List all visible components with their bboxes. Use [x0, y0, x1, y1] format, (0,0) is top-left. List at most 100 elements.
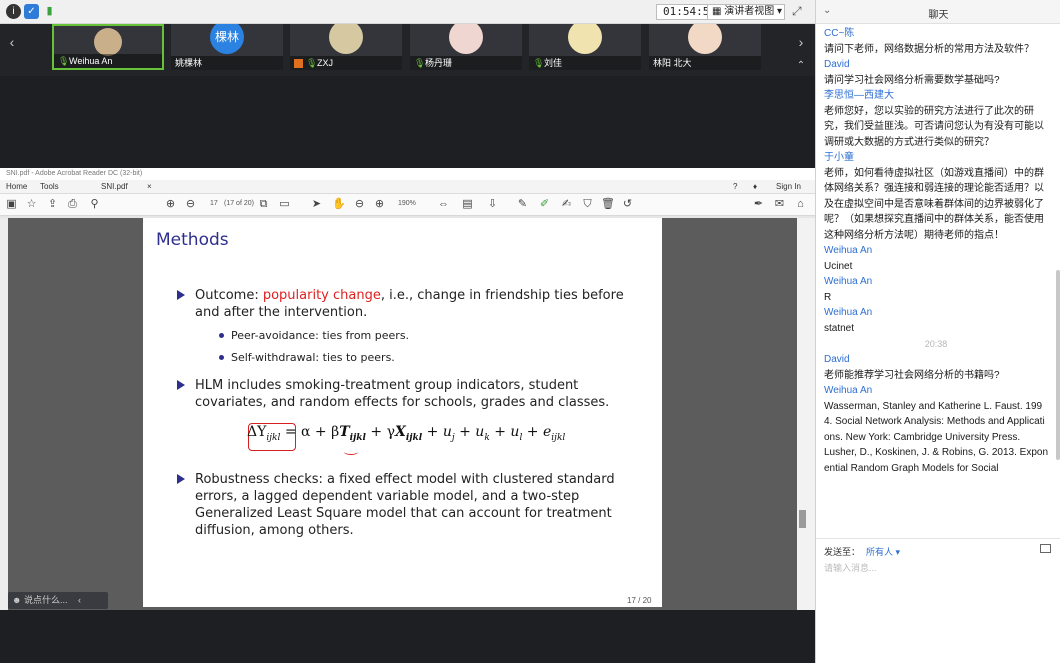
page-down-icon[interactable]: ⊖ — [184, 198, 197, 211]
fit-page-icon[interactable]: ⧉ — [257, 198, 270, 211]
participant-avatar — [329, 24, 363, 54]
participant-tile[interactable]: 棵林 姚棵林 — [171, 24, 283, 70]
zoom-in-icon[interactable]: ⊕ — [373, 198, 386, 211]
right-panel-toggle[interactable] — [797, 218, 815, 610]
chat-sender-name[interactable]: David — [824, 57, 1048, 73]
fullscreen-icon[interactable]: ⤢ — [792, 4, 806, 18]
chat-timestamp: 20:38 — [924, 339, 948, 349]
chat-message-input[interactable]: 请输入消息... — [824, 561, 877, 574]
user-icon — [294, 59, 303, 69]
participant-tile[interactable]: 🎙杨丹珊 — [410, 24, 522, 70]
chat-message-text: statnet — [824, 322, 855, 334]
fit-width-icon[interactable]: ⇔ — [437, 198, 450, 211]
chat-message-text: Wasserman, Stanley and Katherine L. Faus… — [824, 400, 1049, 474]
zoom-out-icon[interactable]: ⊖ — [353, 198, 366, 211]
meeting-top-bar: i ✓ ▮ 01:54:53 ▦ 演讲者视图 ▾ ⤢ — [0, 0, 815, 24]
bullet-triangle-icon — [177, 474, 185, 484]
participant-name: 姚棵林 — [171, 56, 283, 70]
collapse-strip-icon[interactable]: ⌃ — [789, 56, 813, 76]
menu-home[interactable]: Home — [6, 180, 27, 194]
participant-tile[interactable]: 🎙刘佳 — [529, 24, 641, 70]
two-page-icon[interactable]: ▭ — [278, 198, 291, 211]
tab-close-icon[interactable]: × — [147, 180, 152, 194]
chat-message: Weihua An R — [816, 274, 1054, 305]
comment-icon[interactable]: ✎ — [516, 198, 529, 211]
chat-sender-name[interactable]: 李思恒—西建大 — [824, 88, 1048, 104]
signal-strength-icon[interactable]: ▮ — [42, 4, 57, 19]
view-mode-icon: ▦ — [712, 6, 725, 17]
page-up-icon[interactable]: ⊕ — [164, 198, 177, 211]
participant-name: 🎙刘佳 — [529, 56, 641, 70]
highlight-icon[interactable]: ✐ — [538, 198, 551, 211]
page-number-input[interactable]: 17 — [210, 200, 218, 207]
chat-sender-name[interactable]: Weihua An — [824, 383, 1048, 399]
zoom-select[interactable]: 190% — [398, 200, 416, 207]
sign-in-link[interactable]: Sign In — [776, 180, 801, 194]
participant-avatar — [449, 24, 483, 54]
participant-tile[interactable]: 🎙ZXJ — [290, 24, 402, 70]
speaker-view-button[interactable]: ▦ 演讲者视图 ▾ — [707, 4, 785, 20]
chat-sender-name[interactable]: Weihua An — [824, 305, 1048, 321]
mic-icon: 🎙 — [58, 56, 70, 66]
delete-icon[interactable]: 🗑 — [601, 198, 615, 211]
strip-prev-arrow-icon[interactable]: ‹ — [0, 24, 24, 76]
annotation-red-underline — [344, 449, 358, 455]
left-panel-toggle[interactable] — [0, 218, 8, 610]
bullet-outcome: Outcome: popularity change, i.e., change… — [177, 287, 645, 321]
chat-sender-name[interactable]: David — [824, 352, 1048, 368]
mic-icon: 🎙 — [533, 58, 545, 68]
security-shield-icon[interactable]: ✓ — [24, 4, 39, 19]
chat-footer: 发送至： 所有人 ▾ 请输入消息... — [816, 538, 1060, 663]
acrobat-title-bar: SNI.pdf - Adobe Acrobat Reader DC (32-bi… — [0, 168, 815, 180]
chat-message-text: 老师您好，您以实验的研究方法进行了此次的研究，我们受益匪浅。可否请问您认为有没有… — [824, 105, 1044, 148]
chat-sender-name[interactable]: Weihua An — [824, 243, 1048, 259]
help-icon[interactable]: ? — [733, 180, 737, 194]
save-icon[interactable]: ▣ — [5, 198, 18, 211]
bullet-dot-icon — [219, 333, 224, 338]
chat-message: 20:38 — [816, 336, 1054, 352]
chat-scrollbar[interactable] — [1056, 270, 1060, 460]
scroll-mode-icon[interactable]: ⇩ — [486, 198, 499, 211]
email-icon[interactable]: ✉ — [773, 198, 786, 211]
share-icon[interactable]: ⌂ — [794, 198, 807, 211]
info-icon[interactable]: i — [6, 4, 21, 19]
stamp-icon[interactable]: ⛉ — [581, 198, 594, 211]
floating-chat-input[interactable]: ☻ 说点什么... ‹ — [8, 592, 108, 609]
view-mode-label: 演讲者视图 — [724, 6, 775, 17]
tab-sni-pdf[interactable]: SNI.pdf — [101, 180, 128, 194]
bookmark-star-icon[interactable]: ☆ — [25, 198, 38, 211]
chat-sender-name[interactable]: Weihua An — [824, 274, 1048, 290]
send-to-label: 发送至： — [824, 547, 861, 557]
menu-tools[interactable]: Tools — [40, 180, 59, 194]
video-background — [0, 76, 815, 168]
bottom-area — [0, 610, 815, 663]
slide-title: Methods — [156, 230, 229, 250]
chat-sender-name[interactable]: CC~陈 — [824, 26, 1048, 42]
collapse-chevron-icon[interactable]: ‹ — [78, 595, 81, 605]
hand-tool-icon[interactable]: ✋ — [332, 198, 346, 211]
chat-message-list[interactable]: CC~陈 请问下老师，网络数据分析的常用方法及软件？ David 请问学习社会网络分析… — [816, 26, 1054, 538]
select-cursor-icon[interactable]: ➤ — [310, 198, 323, 211]
document-area[interactable]: Methods Outcome: popularity change, i.e.… — [0, 218, 815, 610]
participant-tile[interactable]: 林阳 北大 — [649, 24, 761, 70]
undo-icon[interactable]: ↺ — [621, 198, 634, 211]
search-icon[interactable]: ⚲ — [88, 198, 101, 211]
fill-sign-icon[interactable]: ✒ — [752, 198, 765, 211]
participant-name: 🎙Weihua An — [54, 54, 162, 68]
chat-sender-name[interactable]: 于小童 — [824, 150, 1048, 166]
document-scrollbar[interactable] — [799, 510, 806, 528]
print-icon[interactable]: ⎙ — [66, 198, 79, 211]
bullet-triangle-icon — [177, 380, 185, 390]
participant-tile[interactable]: 🎙Weihua An — [52, 24, 164, 70]
image-icon[interactable] — [1040, 544, 1051, 553]
pdf-page: Methods Outcome: popularity change, i.e.… — [143, 218, 662, 607]
hlm-formula: ΔYijkl = α + βTijkl + γXijkl + uj + uk +… — [247, 424, 566, 443]
bell-icon[interactable]: ♦ — [753, 180, 757, 194]
mic-icon: 🎙 — [414, 58, 426, 68]
view-options-icon[interactable]: ▤ — [461, 198, 474, 211]
emoji-icon[interactable]: ☻ — [12, 595, 24, 605]
view-dropdown-caret: ▾ — [777, 6, 783, 17]
send-to-select[interactable]: 所有人 ▾ — [866, 545, 900, 558]
upload-icon[interactable]: ⇪ — [46, 198, 59, 211]
draw-icon[interactable]: ✍ — [560, 198, 573, 211]
